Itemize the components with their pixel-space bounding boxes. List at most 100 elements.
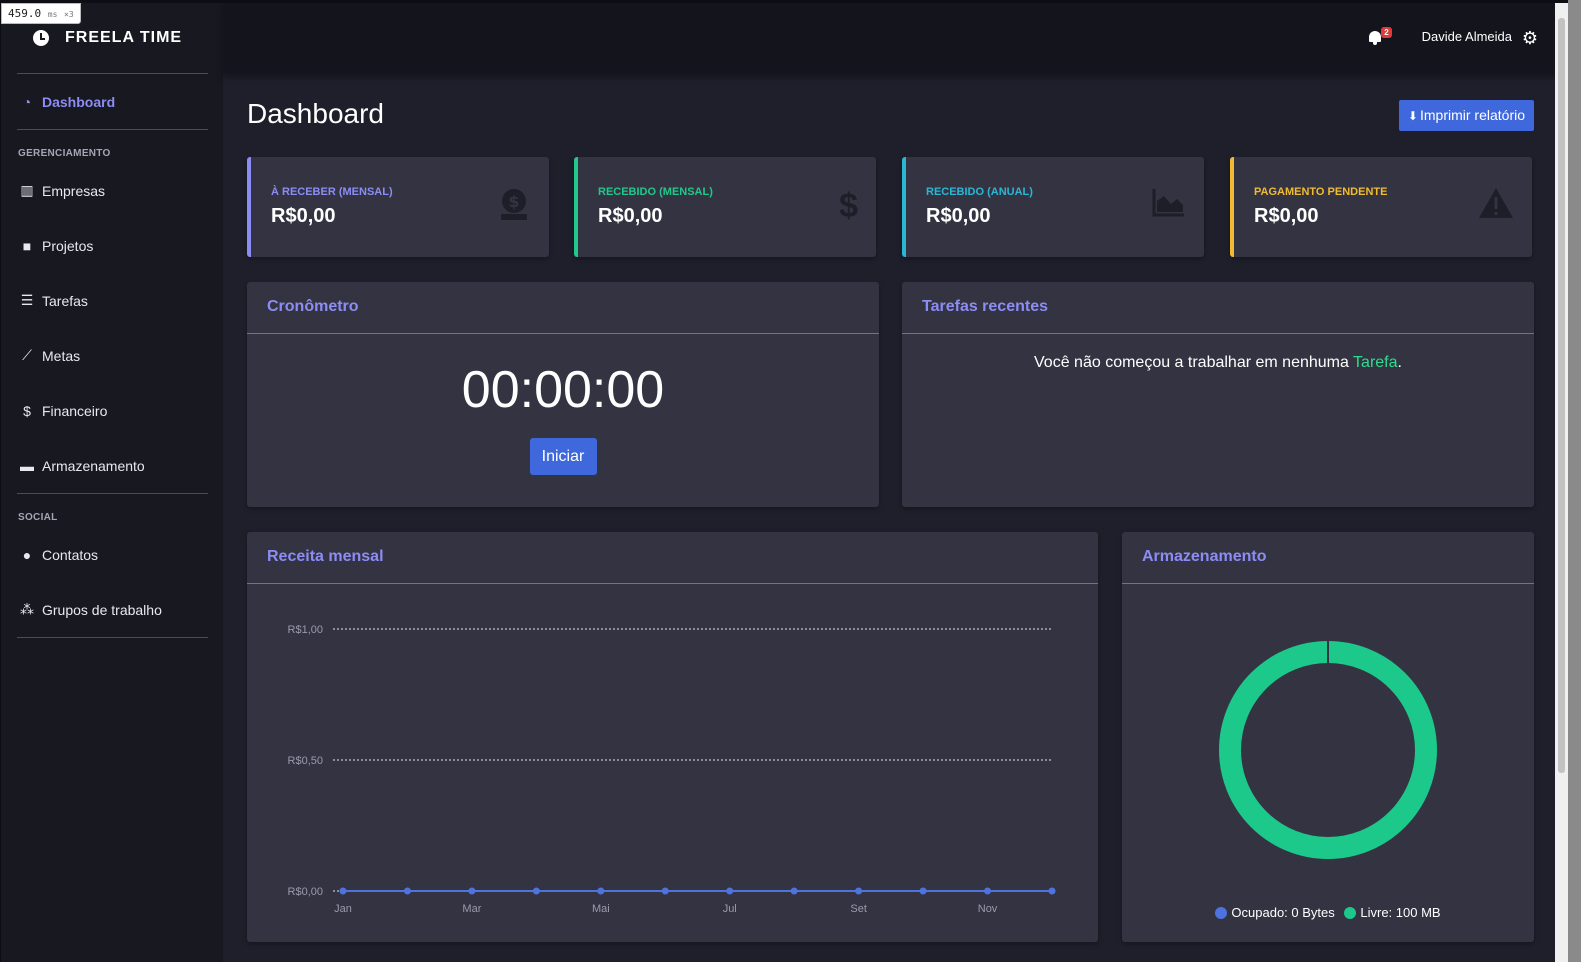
sidebar-item-label: Armazenamento — [42, 457, 145, 474]
data-point — [468, 887, 476, 895]
sidebar-item-label: Metas — [42, 347, 81, 364]
empty-tasks-message: Você não começou a trabalhar em nenhuma … — [902, 354, 1534, 372]
bell-clapper — [1373, 42, 1377, 45]
download-icon: ⬇ — [1407, 109, 1418, 123]
sidebar-item-tarefas[interactable]: ☰ Tarefas — [1, 273, 223, 328]
sidebar-item-label: Projetos — [42, 237, 94, 254]
sidebar-item-dashboard[interactable]: ◔ Dashboard — [1, 74, 223, 129]
revenue-card: Receita mensal R$0,00 R$0,50 R$1,00 Jan Mar M… — [247, 532, 1098, 942]
storage-donut-chart — [1219, 641, 1437, 859]
print-report-button[interactable]: ⬇ Imprimir relatório — [1398, 100, 1534, 131]
tachometer-icon: ◔ — [22, 93, 32, 110]
bell-icon[interactable] — [1368, 30, 1382, 45]
money-bag-icon: $ — [497, 187, 531, 229]
money-bag-icon: $ — [23, 402, 31, 419]
legend-swatch — [1344, 907, 1357, 919]
card-title: Receita mensal — [247, 532, 1098, 584]
sidebar-item-contatos[interactable]: ● Contatos — [1, 527, 223, 582]
sidebar-item-projetos[interactable]: ■ Projetos — [1, 218, 223, 273]
sidebar-item-label: Grupos de trabalho — [42, 601, 162, 618]
sidebar-item-armazenamento[interactable]: ▬ Armazenamento — [1, 438, 223, 493]
app-window: 459.0 ms ×3 FREELA TIME ◔ Dashboard GERE… — [0, 0, 1568, 962]
gear-icon[interactable]: ⚙ — [1522, 29, 1538, 47]
y-tick-label: R$0,50 — [288, 755, 323, 767]
perf-mult: ×3 — [64, 10, 74, 19]
stat-card-receivable-monthly: À RECEBER (MENSAL) R$0,00 $ — [247, 157, 549, 257]
notification-badge: 2 — [1381, 27, 1392, 38]
topbar: 2 Davide Almeida ⚙ — [223, 3, 1568, 73]
legend-item-free[interactable]: Livre: 100 MB — [1344, 905, 1441, 920]
perf-unit: ms — [47, 10, 58, 19]
legend-free-label: Livre: 100 MB — [1360, 905, 1441, 920]
line-chart-icon: ⟋ — [22, 347, 32, 363]
data-point — [1048, 887, 1056, 895]
sidebar-divider — [17, 73, 208, 74]
card-title: Tarefas recentes — [902, 282, 1534, 334]
sidebar-item-metas[interactable]: ⟋ Metas — [1, 328, 223, 383]
legend-swatch — [1215, 907, 1228, 919]
area-chart-icon — [1152, 187, 1186, 225]
x-tick-label: Jul — [723, 903, 737, 915]
page-title: Dashboard — [247, 98, 384, 129]
task-list-icon: ☰ — [20, 292, 34, 308]
empty-tasks-text: Você não começou a trabalhar em nenhuma — [1034, 354, 1354, 371]
storage-legend: Ocupado: 0 Bytes Livre: 100 MB — [1122, 905, 1534, 920]
warning-icon — [1478, 187, 1514, 227]
user-name[interactable]: Davide Almeida — [1422, 29, 1512, 44]
x-tick-label: Set — [850, 903, 867, 915]
sidebar-item-label: Dashboard — [42, 93, 116, 110]
legend-item-used[interactable]: Ocupado: 0 Bytes — [1215, 905, 1338, 920]
user-circle-icon: ● — [22, 546, 32, 563]
stat-card-received-monthly: RECEBIDO (MENSAL) R$0,00 $ — [574, 157, 876, 257]
building-icon: ▥ — [20, 182, 34, 198]
hard-drive-icon: ▬ — [20, 457, 34, 474]
sidebar-item-label: Empresas — [42, 182, 106, 199]
sidebar-divider — [17, 129, 208, 130]
x-tick-label: Mar — [462, 903, 481, 915]
sidebar-item-label: Financeiro — [42, 402, 108, 419]
stat-label: RECEBIDO (MENSAL) — [598, 186, 713, 198]
sidebar-divider — [17, 637, 208, 638]
storage-card: Armazenamento Ocupado: 0 Bytes Livre: 10… — [1122, 532, 1534, 942]
scrollbar-thumb[interactable] — [1558, 18, 1565, 773]
data-point — [661, 887, 669, 895]
data-point — [984, 887, 992, 895]
card-title: Cronômetro — [247, 282, 879, 334]
sidebar-section-heading: SOCIAL — [18, 512, 58, 523]
card-title: Armazenamento — [1122, 532, 1534, 584]
data-point — [532, 887, 540, 895]
data-point — [726, 887, 734, 895]
donut-slice — [1219, 641, 1437, 859]
revenue-line-chart: R$0,00 R$0,50 R$1,00 Jan Mar Mai Jul Set Nov — [288, 624, 1056, 915]
sidebar-divider — [17, 493, 208, 494]
users-icon: ⁂ — [20, 601, 34, 617]
scrollbar[interactable] — [1555, 3, 1568, 962]
stat-value: R$0,00 — [271, 205, 336, 227]
sidebar: FREELA TIME ◔ Dashboard GERENCIAMENTO ▥ … — [1, 3, 223, 962]
sidebar-item-label: Tarefas — [42, 292, 88, 309]
perf-overlay: 459.0 ms ×3 — [1, 3, 81, 24]
recent-tasks-card: Tarefas recentes Você não começou a trab… — [902, 282, 1534, 507]
stat-value: R$0,00 — [598, 205, 663, 227]
x-tick-label: Nov — [978, 903, 998, 915]
stat-value: R$0,00 — [926, 205, 991, 227]
x-tick-label: Jan — [334, 903, 352, 915]
stat-label: À RECEBER (MENSAL) — [271, 186, 393, 198]
clock-icon — [33, 30, 49, 46]
data-point — [339, 887, 347, 895]
stat-label: RECEBIDO (ANUAL) — [926, 186, 1033, 198]
sidebar-item-label: Contatos — [42, 546, 99, 563]
sidebar-item-empresas[interactable]: ▥ Empresas — [1, 163, 223, 218]
legend-used-label: Ocupado: 0 Bytes — [1231, 905, 1335, 920]
data-point — [597, 887, 605, 895]
sidebar-item-financeiro[interactable]: $ Financeiro — [1, 383, 223, 438]
sidebar-item-grupos[interactable]: ⁂ Grupos de trabalho — [1, 582, 223, 637]
stat-card-pending-payment: PAGAMENTO PENDENTE R$0,00 — [1230, 157, 1532, 257]
y-tick-label: R$1,00 — [288, 624, 323, 636]
stat-card-received-annual: RECEBIDO (ANUAL) R$0,00 — [902, 157, 1204, 257]
start-button[interactable]: Iniciar — [529, 438, 597, 475]
brand-name: FREELA TIME — [65, 29, 183, 46]
stat-value: R$0,00 — [1254, 205, 1319, 227]
bell-body — [1369, 31, 1381, 42]
tasks-link[interactable]: Tarefa — [1353, 354, 1397, 371]
